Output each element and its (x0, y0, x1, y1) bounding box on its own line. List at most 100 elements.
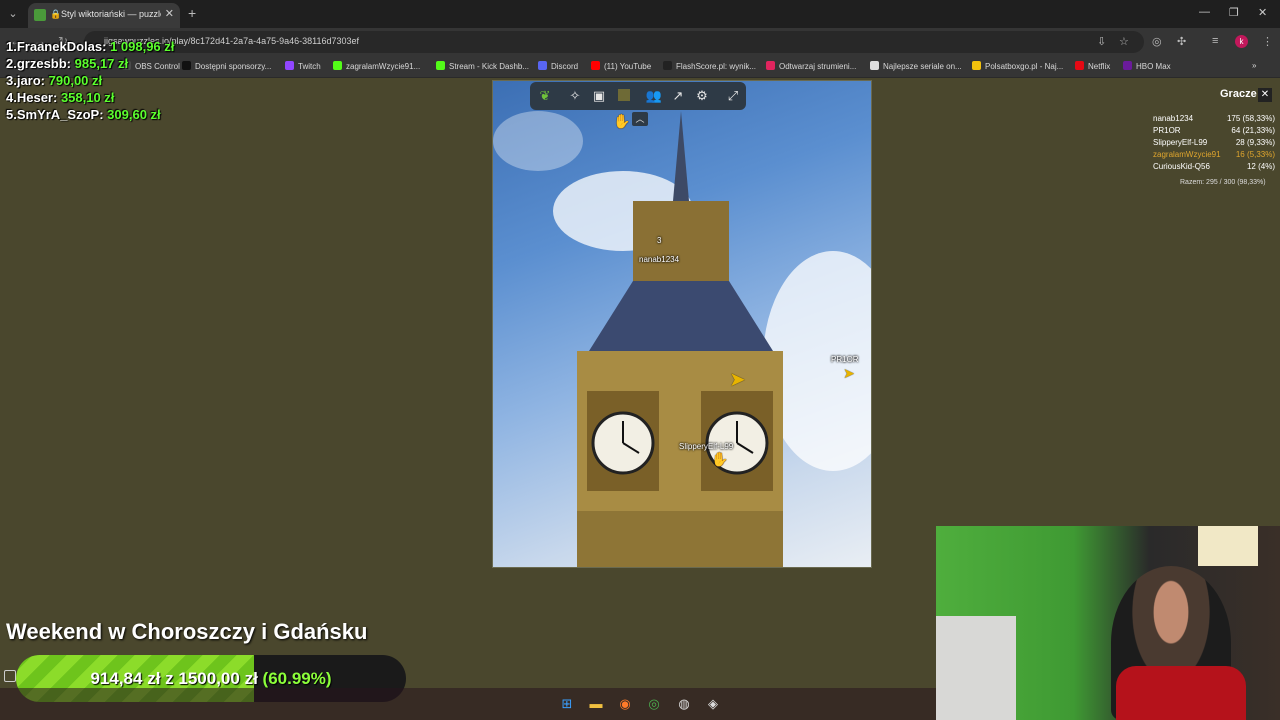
app-icon[interactable]: ◈ (704, 695, 722, 713)
puzzle-favicon-icon (34, 9, 46, 21)
taskbar (0, 688, 936, 720)
goal-target: 1500,00 zł (178, 669, 258, 688)
file-explorer-icon[interactable]: ▬ (587, 695, 605, 713)
windows-start-icon[interactable]: ⊞ (558, 695, 576, 713)
minimize-icon[interactable]: — (1199, 6, 1210, 18)
webcam-feed (936, 526, 1280, 720)
image-icon[interactable]: ▣ (590, 87, 608, 105)
webcam-window-light (1198, 526, 1258, 566)
bookmark-item[interactable]: FlashScore.pl: wynik... (663, 61, 756, 71)
spire (673, 111, 689, 201)
player-name: CuriousKid-Q56 (1153, 162, 1210, 171)
kick-icon (333, 61, 342, 70)
share-icon[interactable]: ↗ (669, 87, 687, 105)
browser-tab-bar: ⌄ 🔒 Styl wiktoriański — puzzle o ✕ + — ❐… (0, 0, 1280, 28)
discord-icon (538, 61, 547, 70)
collapse-toolbar-icon[interactable]: ︿ (632, 112, 648, 126)
players-panel-title: Gracze (1220, 88, 1257, 100)
players-icon[interactable]: 👥 (645, 87, 663, 105)
bookmark-icon (182, 61, 191, 70)
browser-tab[interactable]: 🔒 Styl wiktoriański — puzzle o ✕ (28, 3, 180, 28)
bookmark-item[interactable]: Odtwarzaj strumieni... (766, 61, 856, 71)
install-icon[interactable]: ⇩ (1097, 35, 1106, 48)
leader-name: 5.SmYrA_SzoP: (6, 107, 104, 122)
restore-icon[interactable]: ❐ (1229, 6, 1239, 19)
player-row: PR1OR 64 (21,33%) (1153, 126, 1275, 135)
address-bar-row: ← → ↻ jigsawpuzzles.io/play/8c172d41-2a7… (0, 28, 1280, 56)
leader-name: 2.grzesbb: (6, 56, 72, 71)
logo-icon[interactable]: ❦ (536, 87, 554, 105)
goal-title: Weekend w Choroszczy i Gdańsku (6, 619, 368, 644)
netflix-icon (1075, 61, 1084, 70)
more-bookmarks-icon[interactable]: » (1252, 61, 1256, 70)
roof (589, 281, 773, 351)
bookmark-item[interactable]: OBS Control (122, 61, 180, 71)
leader-amount: 309,60 zł (107, 107, 161, 122)
pointer-cursor-icon: ➤ (729, 369, 746, 391)
color-swatch (618, 89, 630, 101)
profile-avatar[interactable]: k (1235, 35, 1248, 48)
bookmark-item[interactable]: Netflix (1075, 61, 1110, 71)
bookmark-item[interactable]: Najlepsze seriale on... (870, 61, 962, 71)
player-score: 12 (4%) (1246, 162, 1275, 171)
bookmark-item[interactable]: HBO Max (1123, 61, 1171, 71)
bookmark-item[interactable]: Stream - Kick Dashb... (436, 61, 529, 71)
leaderboard-entry: 4.Heser: 358,10 zł (6, 90, 114, 105)
lock-icon: 🔒 (50, 9, 62, 19)
player-name: PR1OR (1153, 126, 1181, 135)
tab-search-icon[interactable]: ⌄ (4, 5, 22, 23)
player-row: zagralamWzycie91 16 (5,33%) (1153, 150, 1275, 159)
player-name: zagralamWzycie91 (1153, 150, 1221, 159)
player-score: 175 (58,33%) (1226, 114, 1275, 123)
leader-amount: 1 098,96 zł (110, 39, 175, 54)
media-icon[interactable]: ≡ (1212, 35, 1218, 47)
leader-name: 4.Heser: (6, 90, 58, 105)
leader-name: 3.jaro: (6, 73, 46, 88)
player-row: nanab1234 175 (58,33%) (1153, 114, 1275, 123)
bookmark-item[interactable]: Dostępni sponsorzy... (182, 61, 271, 71)
tab-title: Styl wiktoriański — puzzle o (61, 9, 161, 19)
puzzle-extension-icon[interactable]: ✣ (1177, 35, 1186, 48)
goal-separator: z (165, 669, 174, 688)
close-tab-icon[interactable]: ✕ (165, 7, 174, 20)
puzzle-board[interactable]: 3 nanab1234 PR1OR ➤ ➤ SlipperyElf-L99 ✋ … (492, 80, 872, 568)
firefox-icon[interactable]: ◉ (616, 695, 634, 713)
player-score: 16 (5,33%) (1235, 150, 1275, 159)
bookmark-item[interactable]: Twitch (285, 61, 321, 71)
fullscreen-icon[interactable]: ⤢ (724, 87, 742, 105)
stream-icon (766, 61, 775, 70)
extension-icon[interactable]: ◎ (1152, 35, 1162, 48)
player-row: SlipperyElf-L99 28 (9,33%) (1153, 138, 1275, 147)
player-name: nanab1234 (1153, 114, 1194, 123)
leaderboard-entry: 2.grzesbb: 985,17 zł (6, 56, 128, 71)
kick-icon (436, 61, 445, 70)
bookmark-item[interactable]: Discord (538, 61, 578, 71)
close-players-icon[interactable]: ✕ (1258, 88, 1272, 102)
youtube-icon (591, 61, 600, 70)
leader-amount: 358,10 zł (60, 90, 115, 105)
bookmark-item[interactable]: (11) YouTube (591, 61, 651, 71)
close-window-icon[interactable]: ✕ (1258, 6, 1267, 19)
flashscore-icon (663, 61, 672, 70)
plus-icon (870, 61, 879, 70)
puzzle-piece-icon[interactable]: ✧ (566, 87, 584, 105)
bookmark-item[interactable]: zagralamWzycie91... (333, 61, 420, 71)
webcam-shelf (936, 616, 1016, 720)
cursor-label: PR1OR (831, 355, 859, 364)
chrome-icon[interactable]: ◎ (645, 695, 663, 713)
bookmark-item[interactable]: Polsatboxgo.pl - Naj... (972, 61, 1063, 71)
bookmark-star-icon[interactable]: ☆ (1119, 35, 1129, 48)
obs-icon[interactable]: ◍ (675, 695, 693, 713)
player-name: SlipperyElf-L99 (1153, 138, 1208, 147)
streamer-shirt (1116, 666, 1246, 720)
bookmarks-bar: OBS Control Dostępni sponsorzy... Twitch… (0, 56, 1280, 78)
leaderboard-entry: 3.jaro: 790,00 zł (6, 73, 102, 88)
url-input[interactable]: jigsawpuzzles.io/play/8c172d41-2a7a-4a75… (84, 31, 1144, 53)
new-tab-icon[interactable]: + (188, 5, 196, 21)
settings-icon[interactable]: ⚙ (693, 87, 711, 105)
player-score: 28 (9,33%) (1235, 138, 1275, 147)
player-row: CuriousKid-Q56 12 (4%) (1153, 162, 1275, 171)
puzzle-toolbar: ❦ ✧ ▣ 👥 ↗ ⚙ ⤢ (530, 82, 746, 110)
menu-icon[interactable]: ⋮ (1262, 35, 1273, 48)
background-color-icon[interactable] (615, 87, 633, 105)
